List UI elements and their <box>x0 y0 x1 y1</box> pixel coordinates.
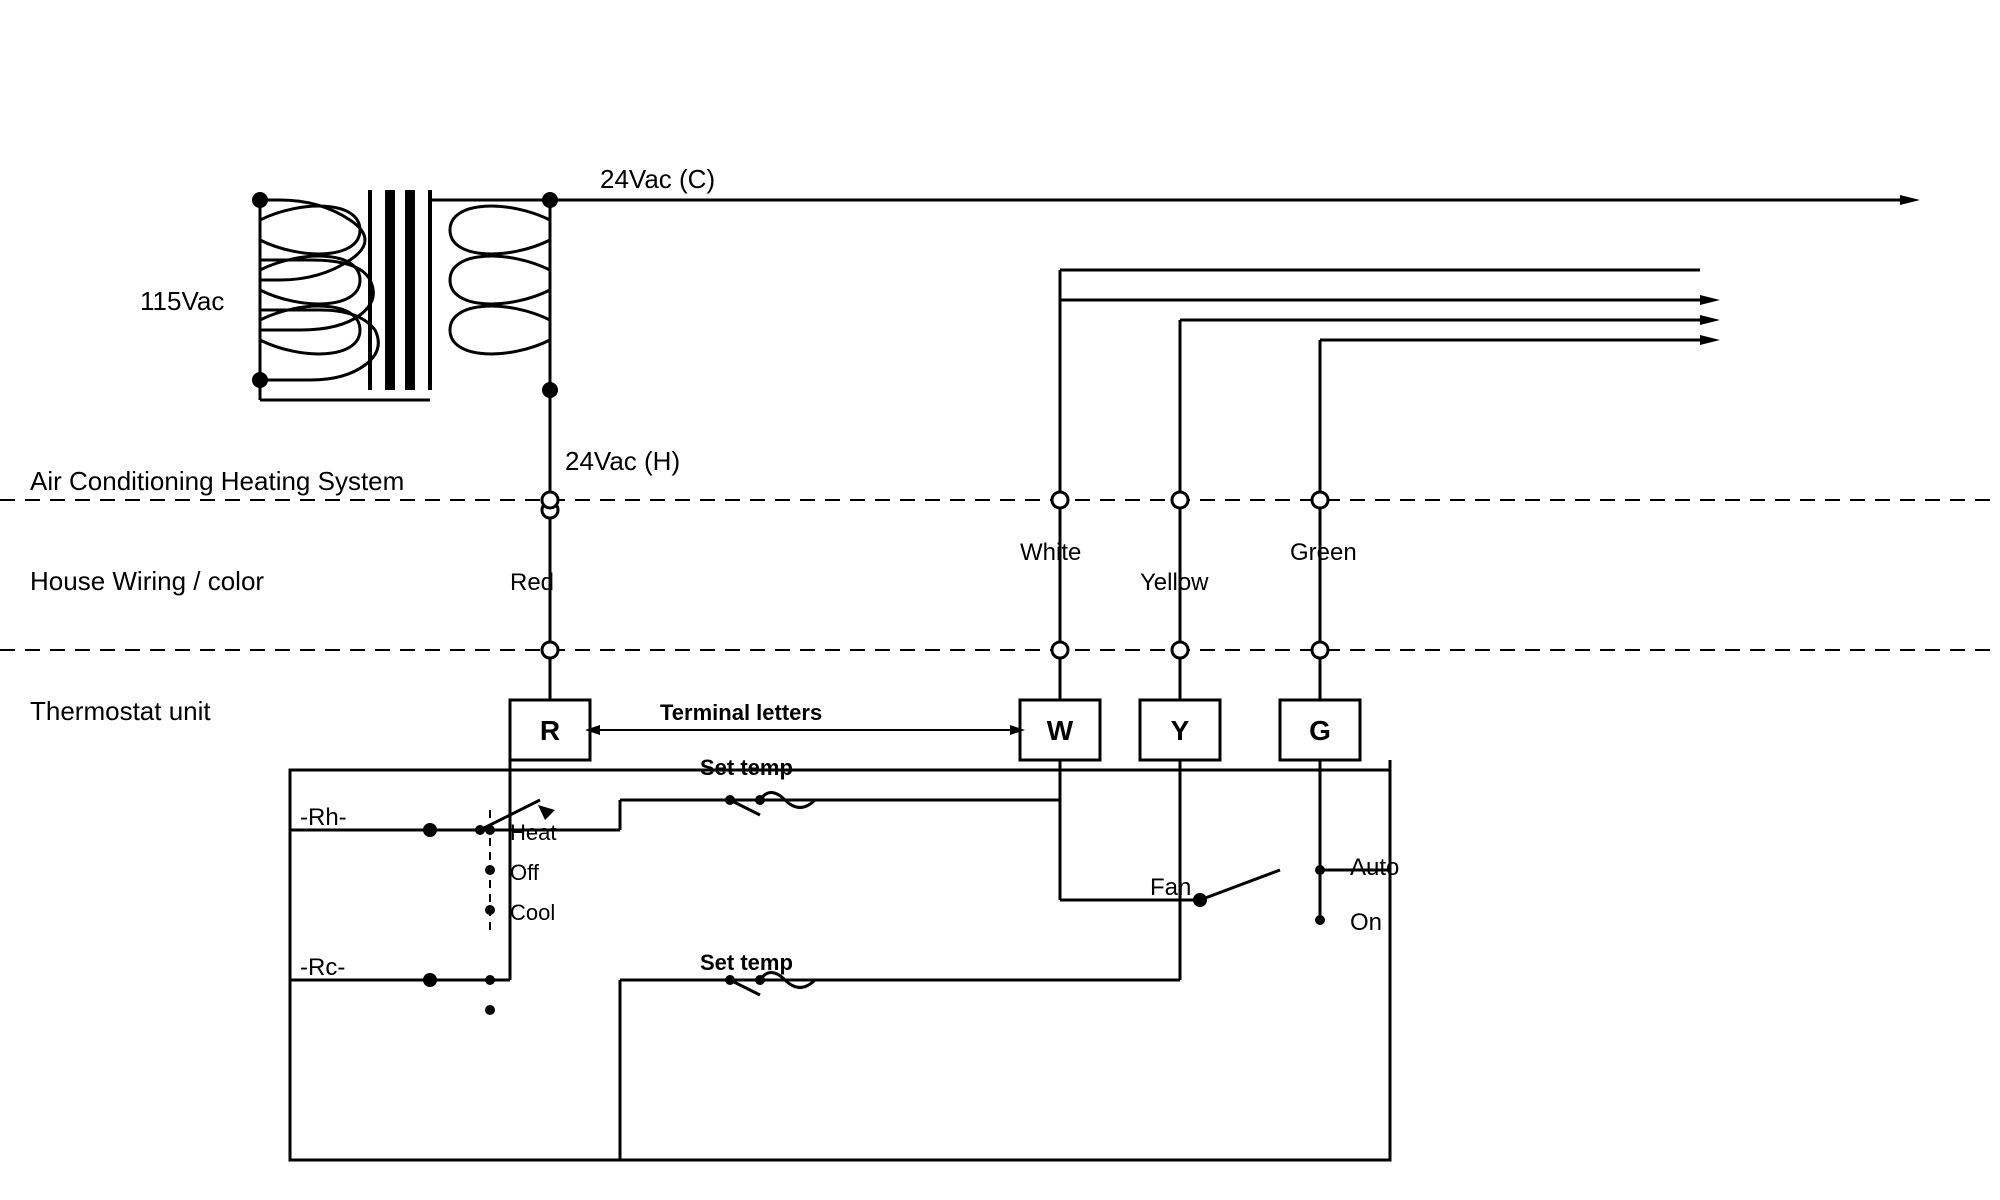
svg-text:House Wiring / color: House Wiring / color <box>30 566 264 596</box>
svg-text:W: W <box>1047 715 1074 746</box>
svg-text:-Rc-: -Rc- <box>300 954 345 981</box>
svg-text:24Vac (H): 24Vac (H) <box>565 446 680 476</box>
diagram-container: R W Y G <box>0 0 2000 1200</box>
svg-text:24Vac (C): 24Vac (C) <box>600 164 715 194</box>
svg-text:Thermostat unit: Thermostat unit <box>30 696 211 726</box>
svg-text:Green: Green <box>1290 539 1357 566</box>
svg-text:Cool: Cool <box>510 900 555 925</box>
svg-text:Set temp: Set temp <box>700 950 793 975</box>
svg-text:R: R <box>540 715 560 746</box>
svg-text:Red: Red <box>510 569 554 596</box>
svg-text:Yellow: Yellow <box>1140 569 1209 596</box>
svg-text:Heat: Heat <box>510 820 556 845</box>
svg-text:Fan: Fan <box>1150 874 1191 901</box>
svg-text:Air Conditioning Heating Syste: Air Conditioning Heating System <box>30 466 404 496</box>
svg-text:Y: Y <box>1171 715 1190 746</box>
svg-text:White: White <box>1020 539 1081 566</box>
svg-text:On: On <box>1350 909 1382 936</box>
svg-text:Off: Off <box>510 860 540 885</box>
svg-text:Set temp: Set temp <box>700 755 793 780</box>
svg-text:Auto: Auto <box>1350 854 1399 881</box>
svg-text:-Rh-: -Rh- <box>300 804 347 831</box>
svg-text:G: G <box>1309 715 1331 746</box>
svg-text:Terminal letters: Terminal letters <box>660 700 822 725</box>
svg-text:115Vac: 115Vac <box>140 286 224 316</box>
